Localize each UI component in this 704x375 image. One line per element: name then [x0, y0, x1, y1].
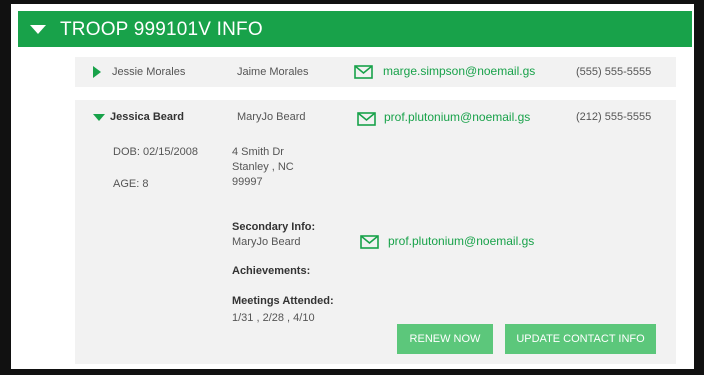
meetings-attended-value: 1/31 , 2/28 , 4/10	[232, 312, 315, 324]
secondary-email-link[interactable]: prof.plutonium@noemail.gs	[388, 234, 534, 248]
email-link[interactable]: marge.simpson@noemail.gs	[383, 64, 535, 78]
collapse-triangle-icon[interactable]	[30, 25, 46, 34]
secondary-info-label: Secondary Info:	[232, 221, 316, 233]
secondary-name: MaryJo Beard	[232, 236, 301, 248]
mail-icon[interactable]	[357, 112, 376, 126]
update-contact-info-button[interactable]: UPDATE CONTACT INFO	[505, 324, 656, 354]
renew-now-button[interactable]: RENEW NOW	[397, 324, 493, 354]
troop-title: TROOP 999101V INFO	[60, 19, 263, 40]
address-line3: 99997	[232, 176, 263, 188]
mail-icon[interactable]	[360, 235, 379, 249]
parent-name: MaryJo Beard	[237, 111, 306, 123]
age-text: AGE: 8	[113, 178, 149, 190]
phone-number: (555) 555-5555	[576, 66, 652, 78]
meetings-attended-label: Meetings Attended:	[232, 295, 334, 307]
troop-section-header[interactable]: TROOP 999101V INFO	[18, 11, 692, 47]
mail-icon[interactable]	[354, 65, 373, 79]
parent-name: Jaime Morales	[237, 66, 309, 78]
scout-name: Jessica Beard	[110, 111, 184, 123]
expand-arrow-icon[interactable]	[93, 66, 101, 78]
collapse-arrow-icon[interactable]	[93, 114, 105, 121]
address-line1: 4 Smith Dr	[232, 146, 284, 158]
phone-number: (212) 555-5555	[576, 111, 652, 123]
dob-text: DOB: 02/15/2008	[113, 146, 199, 158]
scout-name: Jessie Morales	[112, 66, 186, 78]
email-link[interactable]: prof.plutonium@noemail.gs	[384, 110, 530, 124]
achievements-label: Achievements:	[232, 265, 311, 277]
address-line2: Stanley , NC	[232, 161, 294, 173]
